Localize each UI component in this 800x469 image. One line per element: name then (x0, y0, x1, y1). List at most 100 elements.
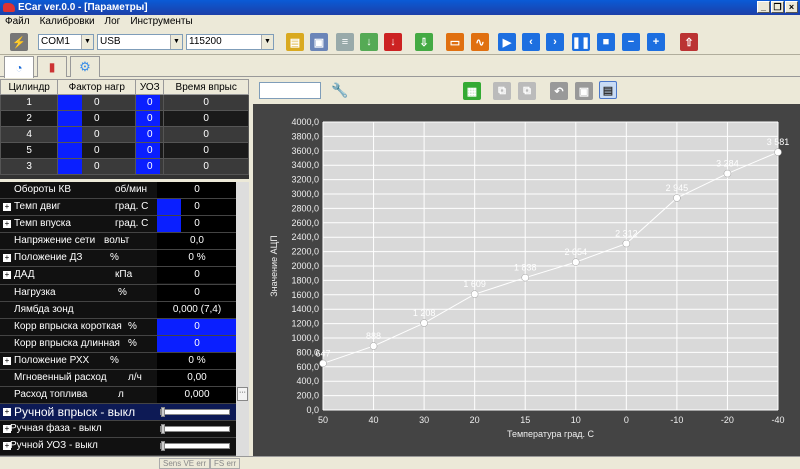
tab-charts[interactable]: ▮ (37, 56, 67, 77)
column-header[interactable]: Фактор нагр (57, 79, 137, 95)
data-label: 647 (315, 348, 330, 358)
load-stack-icon[interactable]: ≡ (336, 33, 354, 51)
y-tick-label: 2200,0 (291, 247, 319, 257)
window-title: ECar ver.0.0 - [Параметры] (18, 2, 148, 13)
y-tick-label: 3200,0 (291, 175, 319, 185)
x-tick-label: 40 (369, 415, 379, 425)
baud-select[interactable]: 115200 ▼ (186, 34, 274, 50)
menu-tools[interactable]: Инструменты (130, 15, 192, 29)
column-header[interactable]: Время впрыс (163, 79, 249, 95)
param-row: + ДАД кПа 0 (0, 267, 237, 285)
manual-slider[interactable] (160, 424, 230, 435)
table-cell[interactable]: 0 (163, 126, 249, 143)
manual-label: Ручной УОЗ - выкл (10, 440, 98, 452)
save-icon[interactable]: ▣ (310, 33, 328, 51)
table-cell[interactable]: 0 (135, 142, 165, 159)
menu-calibrations[interactable]: Калибровки (40, 15, 95, 29)
data-point (723, 169, 732, 178)
status-bar: Sens VE err FS err (0, 456, 800, 469)
table-cell[interactable]: 0 (135, 94, 165, 111)
param-row: + Темп впуска град. С 0 (0, 216, 237, 234)
download-red-icon[interactable]: ↓ (384, 33, 402, 51)
download-icon[interactable]: ↓ (360, 33, 378, 51)
expand-icon[interactable]: + (3, 408, 11, 417)
table-cell[interactable]: 0 (163, 110, 249, 127)
param-value: 0 % (157, 250, 237, 267)
y-tick-label: 1400,0 (291, 304, 319, 314)
table-cell[interactable]: 0 (57, 158, 137, 175)
table-cell[interactable]: 0 (57, 126, 137, 143)
table-cell[interactable]: 3 (0, 158, 59, 175)
x-tick-label: -10 (670, 415, 683, 425)
stop-icon[interactable]: ■ (597, 33, 615, 51)
tab-gauges[interactable]: ◔ (4, 56, 34, 78)
forward-icon[interactable]: › (546, 33, 564, 51)
flash-icon[interactable]: ⇧ (680, 33, 698, 51)
record-chart-icon[interactable]: ∿ (471, 33, 489, 51)
table-view-icon[interactable]: ▤ (599, 81, 617, 99)
table-cell[interactable]: 0 (135, 158, 165, 175)
column-header[interactable]: УОЗ (135, 79, 165, 95)
expand-icon[interactable]: + (3, 271, 11, 280)
table-cell[interactable]: 0 (57, 110, 137, 127)
gear-icon: ⚙ (79, 59, 91, 74)
tab-settings[interactable]: ⚙ (70, 56, 100, 77)
table-cell[interactable]: 0 (57, 142, 137, 159)
expand-icon[interactable]: + (3, 254, 11, 263)
expand-icon[interactable]: + (3, 203, 11, 212)
table-cell[interactable]: 0 (163, 94, 249, 111)
table-row: 1000 (0, 94, 249, 111)
paste-icon[interactable]: ⧉ (518, 82, 536, 100)
y-axis-label: Значение АЦП (269, 235, 279, 297)
table-cell[interactable]: 2 (0, 110, 59, 127)
table-cell[interactable]: 0 (163, 158, 249, 175)
import-icon[interactable]: ⇩ (415, 33, 433, 51)
pause-icon[interactable]: ❚❚ (572, 33, 590, 51)
plus-icon[interactable]: + (647, 33, 665, 51)
table-cell[interactable]: 0 (135, 110, 165, 127)
menu-file[interactable]: Файл (5, 15, 30, 29)
y-tick-label: 0,0 (306, 405, 319, 415)
port-select[interactable]: COM1 ▼ (38, 34, 94, 50)
screen-icon[interactable]: ▦ (463, 82, 481, 100)
play-icon[interactable]: ▶ (498, 33, 516, 51)
value-input[interactable] (259, 82, 321, 99)
copy-icon[interactable]: ⧉ (493, 82, 511, 100)
table-cell[interactable]: 1 (0, 94, 59, 111)
open-folder-icon[interactable]: ▤ (286, 33, 304, 51)
param-value: 0,000 (7,4) (157, 301, 237, 318)
table-cell[interactable]: 5 (0, 142, 59, 159)
wrench-icon[interactable]: 🔧 (331, 82, 348, 99)
close-button[interactable]: × (785, 1, 798, 13)
interface-select[interactable]: USB ▼ (97, 34, 183, 50)
table-cell[interactable]: 0 (163, 142, 249, 159)
slider-thumb[interactable] (161, 424, 165, 435)
param-name: Темп двиг (14, 201, 61, 213)
disconnect-icon[interactable]: ⚡ (10, 33, 28, 51)
manual-slider[interactable] (160, 441, 230, 452)
slider-thumb[interactable] (161, 407, 165, 418)
ellipsis-button[interactable]: ··· (237, 387, 248, 401)
y-tick-label: 1000,0 (291, 333, 319, 343)
expand-icon[interactable]: + (3, 356, 11, 365)
param-value: 0 (157, 284, 237, 301)
table-cell[interactable]: 0 (135, 126, 165, 143)
minimize-button[interactable]: _ (757, 1, 770, 13)
param-unit: об/мин (115, 184, 148, 195)
manual-slider[interactable] (160, 407, 230, 418)
column-header[interactable]: Цилиндр (0, 79, 59, 95)
expand-icon[interactable]: + (3, 220, 11, 229)
table-cell[interactable]: 4 (0, 126, 59, 143)
menu-log[interactable]: Лог (105, 15, 121, 29)
minus-icon[interactable]: − (622, 33, 640, 51)
back-icon[interactable]: ‹ (522, 33, 540, 51)
undo-icon[interactable]: ↶ (550, 82, 568, 100)
scrollbar[interactable]: ··· (236, 182, 249, 456)
app-window: ECar ver.0.0 - [Параметры] _ ❐ × Файл Ка… (0, 0, 800, 469)
param-name: Положение РХХ (14, 354, 90, 366)
restore-button[interactable]: ❐ (771, 1, 784, 13)
save-disk-icon[interactable]: ▣ (575, 82, 593, 100)
table-cell[interactable]: 0 (57, 94, 137, 111)
slider-thumb[interactable] (161, 441, 165, 452)
record-icon[interactable]: ▭ (446, 33, 464, 51)
